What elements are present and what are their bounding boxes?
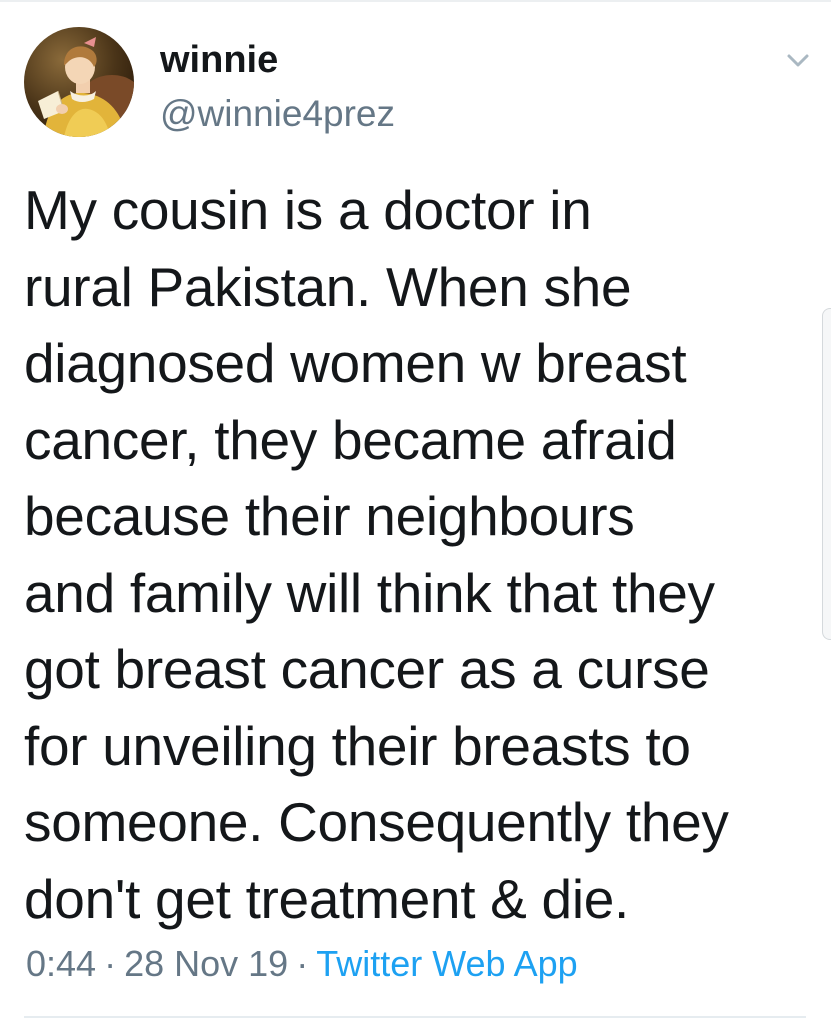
tweet-text: My cousin is a doctor in rural Pakistan.… [24,179,729,930]
user-handle[interactable]: @winnie4prez [160,92,395,136]
bottom-divider [24,1016,806,1018]
meta-separator: · [296,943,309,984]
tweet-time[interactable]: 0:44 [26,943,96,984]
tweet-source-link[interactable]: Twitter Web App [316,943,577,984]
chevron-down-icon[interactable] [784,46,812,74]
top-divider [0,0,831,2]
avatar-portrait-image [24,27,134,137]
tweet-card: winnie @winnie4prez My cousin is a docto… [0,0,831,1024]
tweet-date[interactable]: 28 Nov 19 [124,943,288,984]
scroll-handle[interactable] [822,308,831,640]
avatar[interactable] [24,27,134,137]
meta-separator: · [104,943,117,984]
tweet-meta: 0:44 · 28 Nov 19 · Twitter Web App [26,942,578,986]
display-name[interactable]: winnie [160,38,278,82]
